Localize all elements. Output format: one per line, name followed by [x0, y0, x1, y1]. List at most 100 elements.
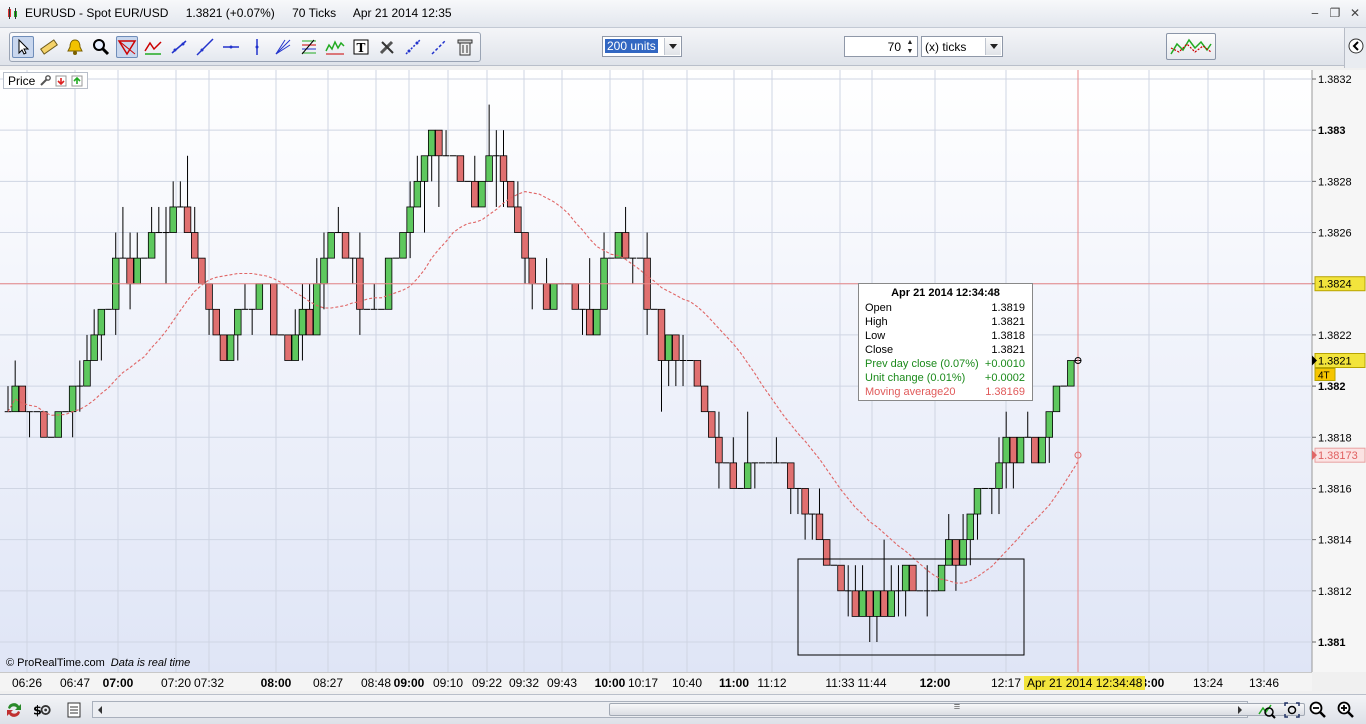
side-panel-button[interactable] — [1344, 28, 1366, 68]
scroll-left-icon[interactable] — [95, 704, 105, 716]
chevron-down-icon[interactable] — [985, 38, 1001, 55]
report-icon[interactable] — [64, 700, 84, 720]
y-tick-label: 1.3826 — [1318, 228, 1352, 240]
price-chart[interactable]: 1.381 1.3812 1.3814 1.3816 1.3818 1.382 1.3822… — [0, 70, 1366, 672]
spin-down-icon[interactable]: ▼ — [904, 47, 916, 56]
candle-body — [528, 257, 536, 285]
minimize-icon[interactable]: ‒ — [1306, 4, 1324, 22]
candle-body — [226, 334, 235, 361]
candle-body — [657, 308, 666, 361]
svg-text:$: $ — [33, 703, 42, 718]
candle-body — [327, 232, 335, 259]
candle-body — [169, 206, 177, 233]
dashed-line-icon[interactable] — [428, 36, 450, 58]
candle-body — [542, 283, 551, 310]
copyright-note: © ProRealTime.com Data is real time — [6, 657, 190, 669]
x-tick-label: 08:48 — [360, 676, 392, 690]
chart-area[interactable]: 1.381 1.3812 1.3814 1.3816 1.3818 1.382 1.3822… — [0, 70, 1366, 672]
vertical-line-icon[interactable] — [246, 36, 268, 58]
tooltip-row-high: High 1.3821 — [865, 316, 1025, 328]
zoom-area-icon[interactable] — [1256, 700, 1276, 720]
candle-body — [1002, 436, 1010, 464]
candle-body — [743, 462, 752, 489]
x-tick-label: 12:00 — [919, 676, 951, 690]
tooltip-row-moving-average: Moving average20 1.38169 — [865, 386, 1025, 398]
pointer-icon[interactable] — [12, 36, 34, 58]
fibonacci-icon[interactable] — [298, 36, 320, 58]
indicator-chart-icon — [1170, 38, 1212, 55]
ray-tool-icon[interactable] — [194, 36, 216, 58]
y-tick-label: 1.381 — [1318, 637, 1346, 649]
move-up-icon[interactable] — [71, 75, 83, 87]
trash-icon[interactable] — [454, 36, 476, 58]
candle-body — [664, 334, 673, 361]
candle-body — [614, 232, 623, 259]
candle-body — [18, 385, 27, 413]
horizontal-scrollbar[interactable] — [92, 701, 1305, 718]
close-icon[interactable]: ✕ — [1346, 4, 1364, 22]
candle-body — [420, 155, 429, 182]
zoom-out-icon[interactable] — [1308, 700, 1328, 720]
tick-type-dropdown[interactable]: (x) ticks — [921, 36, 1003, 57]
tooltip-row-close: Close 1.3821 — [865, 344, 1025, 356]
candle-body — [700, 385, 709, 413]
candle-body — [1031, 436, 1039, 464]
time-axis[interactable]: 06:26 06:47 07:00 07:20 07:32 08:00 08:27 08:48… — [0, 672, 1312, 691]
units-value: 200 units — [605, 39, 658, 53]
trendline-channel-icon[interactable] — [116, 36, 138, 58]
alert-bell-icon[interactable] — [64, 36, 86, 58]
x-tick-label: 11:12 — [757, 676, 787, 690]
chevron-down-icon[interactable] — [664, 38, 680, 55]
horizontal-line-icon[interactable] — [220, 36, 242, 58]
wave-tool-icon[interactable] — [324, 36, 346, 58]
candle-body — [822, 539, 831, 566]
scale-tool-icon[interactable] — [402, 36, 424, 58]
close-panel-icon[interactable] — [55, 75, 67, 87]
cursor-time-tag: Apr 21 2014 12:34:48 — [1024, 676, 1146, 690]
y-tick-label: 1.3816 — [1318, 483, 1352, 495]
candle-body — [858, 590, 867, 617]
scroll-right-icon[interactable] — [1235, 704, 1245, 716]
candle-body — [191, 232, 199, 259]
cycle-arrows-icon[interactable] — [4, 700, 24, 720]
candle-body — [909, 564, 917, 592]
fit-to-screen-icon[interactable] — [1282, 700, 1302, 720]
x-tick-label: 09:00 — [393, 676, 425, 690]
tools-settings-icon[interactable] — [376, 36, 398, 58]
x-tick-label: 11:33 — [825, 676, 855, 690]
curve-tool-icon[interactable] — [142, 36, 164, 58]
instrument-name: EURUSD - Spot EUR/USD — [25, 6, 169, 20]
zoom-icon[interactable] — [90, 36, 112, 58]
x-tick-label: 11:44 — [857, 676, 887, 690]
zoom-in-icon[interactable] — [1336, 700, 1356, 720]
line-tool-icon[interactable] — [168, 36, 190, 58]
tick-count-stepper[interactable]: 70 ▲ ▼ — [844, 36, 918, 57]
candle-body — [514, 206, 522, 233]
tooltip-row-unit-change: Unit change (0.01%) +0.0002 — [865, 372, 1025, 384]
restore-icon[interactable]: ❐ — [1326, 4, 1344, 22]
candle-body — [729, 462, 738, 489]
spin-up-icon[interactable]: ▲ — [904, 38, 916, 47]
x-tick-label: 09:32 — [508, 676, 540, 690]
candle-body — [550, 283, 558, 310]
dollar-settings-icon[interactable]: $ — [32, 700, 52, 720]
indicators-button[interactable] — [1166, 33, 1216, 60]
fan-tool-icon[interactable] — [272, 36, 294, 58]
candle-body — [585, 308, 594, 336]
candle-body — [1016, 436, 1025, 464]
scroll-thumb[interactable] — [609, 703, 1305, 716]
x-tick-label: 08:27 — [312, 676, 344, 690]
candle-body — [320, 257, 328, 285]
units-dropdown[interactable]: 200 units — [602, 36, 682, 57]
toolbar: T 200 units (x) ticks — [0, 28, 1366, 66]
ruler-icon[interactable] — [38, 36, 60, 58]
window-title: EURUSD - Spot EUR/USD 1.3821 (+0.07%) 70… — [25, 6, 466, 20]
candle-body — [973, 488, 982, 515]
candle-body — [901, 564, 910, 592]
text-tool-icon[interactable]: T — [350, 36, 372, 58]
x-tick-label: 06:47 — [59, 676, 91, 690]
plot-background — [0, 70, 1312, 672]
candlestick-app-icon — [8, 7, 17, 19]
candle-body — [126, 257, 134, 285]
wrench-icon[interactable] — [39, 74, 52, 87]
